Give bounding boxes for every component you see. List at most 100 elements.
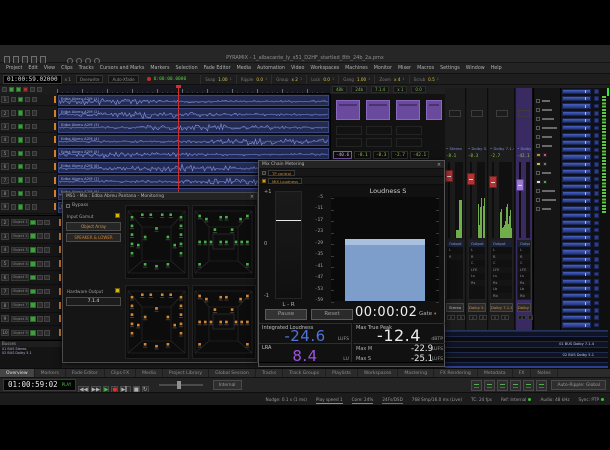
speaker-dot[interactable] [245,342,250,347]
speaker-dot[interactable] [239,320,244,324]
speaker-fader[interactable] [562,117,591,124]
shuttle-handle[interactable] [176,381,181,389]
speaker-fader-row[interactable] [561,103,601,110]
menu-project[interactable]: Project [3,66,25,71]
speaker-dot[interactable] [179,331,183,336]
speaker-mute-cell[interactable] [594,89,599,94]
speaker-dot[interactable] [245,262,250,267]
corner-lock-button[interactable] [37,87,42,92]
tab-playlists[interactable]: Playlists [326,369,358,377]
channel-fader[interactable] [467,173,475,185]
speaker-mute-cell[interactable] [594,191,599,196]
speaker-fader[interactable] [562,271,591,277]
track-arm-button[interactable] [10,110,16,116]
menu-window[interactable]: Window [463,66,488,71]
speaker-mute-cell[interactable] [594,286,599,291]
speaker-dot[interactable] [218,295,223,300]
speaker-fader-row[interactable] [561,125,601,132]
menu-markers[interactable]: Markers [147,66,172,71]
speaker-dot[interactable] [245,214,250,218]
speaker-fader[interactable] [562,234,591,240]
strip-mini-field[interactable]: 0 [518,315,526,320]
menu-tracks[interactable]: Tracks [76,66,97,71]
track-solo-button[interactable] [31,177,37,183]
menu-view[interactable]: View [41,66,58,71]
speaker-fader-row[interactable] [561,307,601,314]
strip-name-button[interactable]: Dolby 5.1 [468,303,486,312]
speaker-fader-row[interactable] [561,198,601,205]
speaker-mute-cell[interactable] [594,103,599,109]
track-arm-button[interactable] [10,123,16,130]
menu-monitor[interactable]: Monitor [371,66,395,71]
speaker-fader[interactable] [562,161,591,167]
speaker-dot[interactable] [130,215,134,220]
speaker-fader[interactable] [562,169,591,175]
speaker-dot[interactable] [245,320,250,324]
tab-project-library[interactable]: Project Library [163,369,210,377]
speaker-dot[interactable] [136,323,141,327]
speaker-lower-button[interactable]: SPEAKER & LOWER [66,233,121,242]
menu-fade-editor[interactable]: Fade Editor [201,66,234,71]
speaker-dot[interactable] [197,342,202,347]
monitor-option-row[interactable] [536,197,556,203]
corner-auto-button[interactable] [30,87,35,92]
track-arm-button[interactable] [10,150,16,157]
speaker-fader-row[interactable] [561,132,601,139]
object-mute-button[interactable] [37,274,43,281]
checkbox-icon[interactable] [536,126,540,130]
object-array-button[interactable]: Object Array [66,222,121,231]
track-mute-button[interactable] [24,110,30,116]
post-roll-icon[interactable] [510,379,522,391]
speaker-dot[interactable] [204,217,209,221]
speaker-mute-cell[interactable] [594,242,599,248]
routing-row[interactable]: Rb [518,292,530,299]
speaker-dot[interactable] [224,320,229,324]
speaker-dot[interactable] [154,226,159,231]
track-mute-button[interactable] [24,177,30,183]
speaker-dot[interactable] [179,312,183,317]
playhead-cap[interactable] [176,85,181,88]
strip-name-button[interactable]: Dolby 7.1.4 [490,303,513,312]
track-monitor-button[interactable] [17,190,23,197]
object-mute-button[interactable] [37,247,43,253]
toolbar-group-gang[interactable]: Gang 1.00 1 [338,74,374,84]
speaker-fader[interactable] [562,307,591,313]
strip-mini-field[interactable]: 0 [447,315,455,320]
speaker-fader-row[interactable] [561,241,601,248]
monitor-option-row[interactable] [536,125,557,131]
object-monitor-button[interactable] [30,233,36,239]
speaker-fader[interactable] [562,110,591,116]
speaker-mute-cell[interactable] [594,308,599,313]
speaker-dot[interactable] [166,262,170,267]
speaker-dot[interactable] [130,251,134,256]
object-mute-button[interactable] [37,316,43,322]
menu-cursors-and-marks[interactable]: Cursors and Marks [97,66,148,71]
object-solo-button[interactable] [44,330,50,336]
speaker-dot[interactable] [213,227,217,232]
speaker-fader[interactable] [562,198,591,204]
speaker-dot[interactable] [224,295,229,300]
object-mute-button[interactable] [37,261,43,267]
speaker-dot[interactable] [197,262,202,267]
tab-workspaces[interactable]: Workspaces [358,369,399,377]
toolbar-group-zoom[interactable]: Zoom x 41 [374,74,408,84]
speaker-dot[interactable] [179,224,183,228]
object-mute-button[interactable] [37,233,43,239]
object-solo-button[interactable] [44,247,50,253]
monitor-option-row[interactable] [536,161,547,167]
auto-punch-icon[interactable] [484,379,496,391]
speaker-mute-cell[interactable] [594,96,599,102]
speaker-dot[interactable] [179,242,183,246]
speaker-mute-cell[interactable] [594,184,599,189]
checkbox-icon[interactable] [536,108,540,112]
speaker-dot[interactable] [245,294,250,298]
speaker-fader-row[interactable] [561,95,601,102]
tab-track-groups[interactable]: Track Groups [283,369,327,377]
speaker-dot[interactable] [197,214,202,218]
loop-icon[interactable] [523,379,535,391]
speaker-fader-row[interactable] [561,146,601,153]
speaker-fader[interactable] [562,125,591,131]
tab-fx-rendering[interactable]: FX Rendering [434,369,478,377]
speaker-dot[interactable] [166,315,170,319]
auto-monitor-icon[interactable] [471,379,483,391]
